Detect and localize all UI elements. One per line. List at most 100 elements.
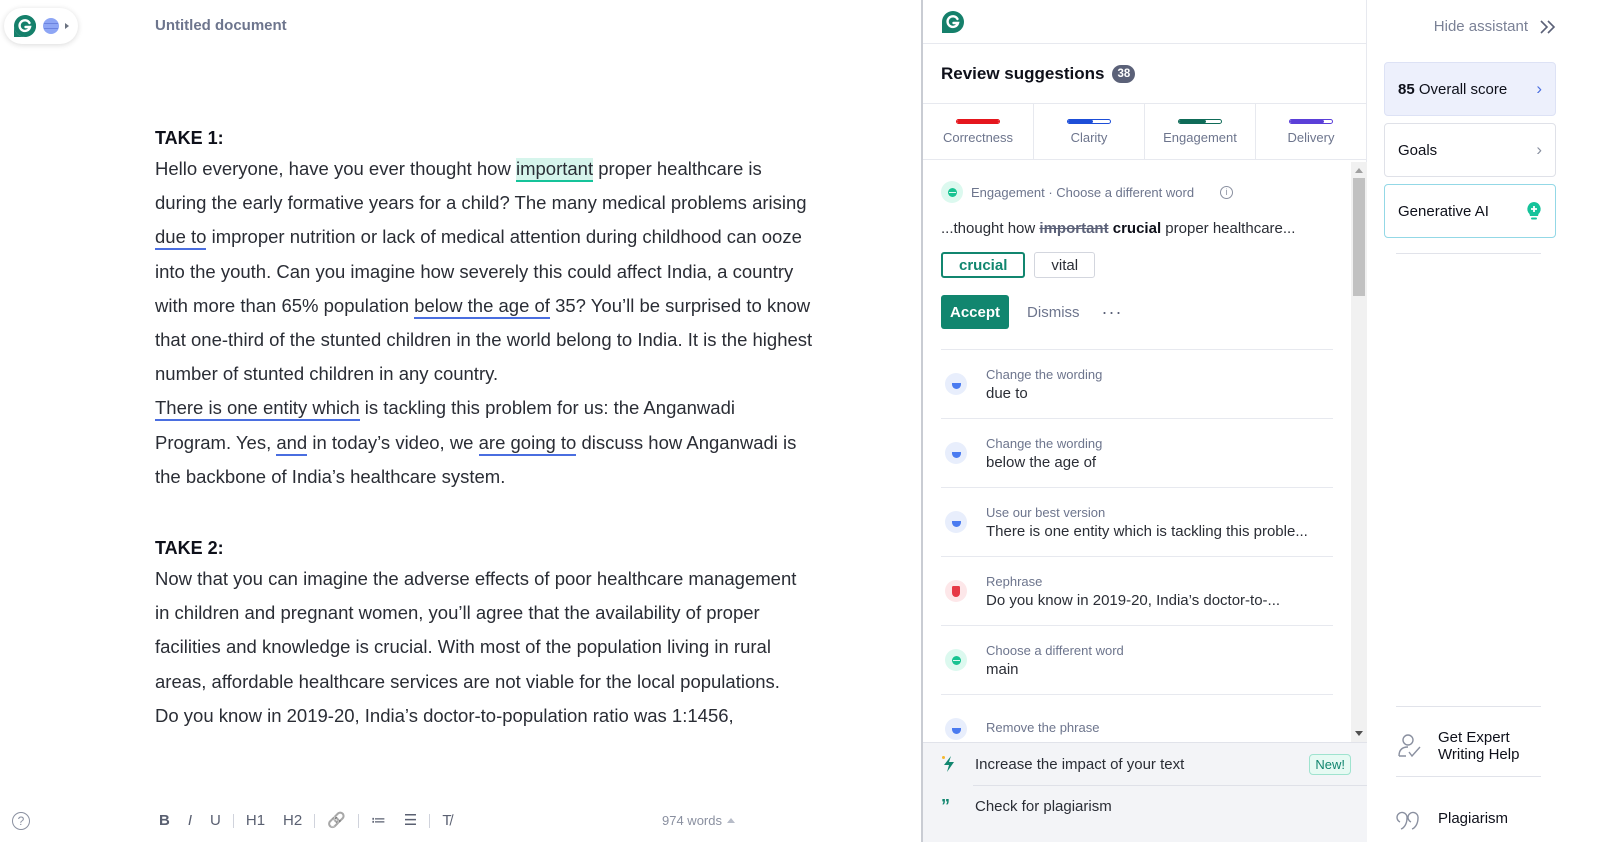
goals-card[interactable]: Goals › bbox=[1384, 123, 1556, 177]
more-options-button[interactable]: ··· bbox=[1102, 303, 1123, 321]
help-icon[interactable]: ? bbox=[12, 812, 30, 830]
expert-writing-help-link[interactable]: Get Expert Writing Help bbox=[1396, 729, 1538, 763]
heading2-button[interactable]: H2 bbox=[274, 812, 311, 830]
globe-icon bbox=[43, 18, 59, 34]
engagement-icon bbox=[941, 181, 963, 203]
clarity-flagged-text[interactable]: are going to bbox=[478, 431, 577, 456]
correctness-icon bbox=[945, 580, 967, 602]
clarity-icon bbox=[945, 373, 967, 395]
scrollbar-thumb[interactable] bbox=[1353, 178, 1365, 296]
plagiarism-link[interactable]: Plagiarism bbox=[1396, 804, 1508, 832]
suggestion-item[interactable]: Choose a different word main bbox=[941, 626, 1333, 695]
clarity-flagged-text[interactable]: and bbox=[276, 431, 308, 456]
clarity-flagged-text[interactable]: below the age of bbox=[414, 294, 550, 319]
tab-delivery[interactable]: Delivery bbox=[1256, 104, 1366, 159]
increase-impact-button[interactable]: Increase the impact of your text New! bbox=[923, 743, 1367, 785]
hide-assistant-button[interactable]: Hide assistant bbox=[1434, 18, 1558, 35]
option-crucial[interactable]: crucial bbox=[941, 252, 1026, 278]
clarity-progress-bar bbox=[1067, 118, 1111, 124]
suggestion-item[interactable]: Change the wording below the age of bbox=[941, 419, 1333, 488]
word-count[interactable]: 974 words bbox=[662, 813, 735, 828]
engagement-progress-bar bbox=[1178, 118, 1222, 124]
rail-divider bbox=[1396, 253, 1541, 254]
heading1-button[interactable]: H1 bbox=[237, 812, 274, 830]
accept-button[interactable]: Accept bbox=[941, 295, 1010, 329]
suggestion-text: There is one entity which is tackling th… bbox=[986, 522, 1308, 540]
document-title[interactable]: Untitled document bbox=[155, 17, 287, 34]
quote-icon: ” bbox=[941, 795, 950, 816]
right-rail: Hide assistant 85 Overall score › Goals … bbox=[1367, 0, 1600, 842]
underline-button[interactable]: U bbox=[201, 812, 230, 830]
clear-format-button[interactable]: T̸ bbox=[433, 812, 460, 830]
new-badge: New! bbox=[1309, 753, 1351, 775]
tab-clarity[interactable]: Clarity bbox=[1034, 104, 1145, 159]
bulleted-list-button[interactable]: ☰ bbox=[395, 812, 426, 830]
suggestion-meta: Engagement · Choose a different word bbox=[971, 184, 1195, 200]
clarity-flagged-text[interactable]: due to bbox=[155, 226, 207, 251]
dismiss-button[interactable]: Dismiss bbox=[1027, 304, 1080, 321]
check-plagiarism-button[interactable]: ” Check for plagiarism bbox=[923, 785, 1367, 827]
engagement-flagged-text[interactable]: important bbox=[515, 158, 594, 182]
suggestion-text: due to bbox=[986, 384, 1028, 402]
suggestion-type: Change the wording bbox=[986, 435, 1103, 451]
toolbar-separator bbox=[314, 814, 316, 828]
collapsed-suggestions: Change the wording due to Change the wordi… bbox=[923, 350, 1351, 742]
double-chevron-right-icon bbox=[1540, 19, 1556, 34]
text-run: Do you know in 2019-20, India’s doctor-t… bbox=[155, 704, 734, 726]
scroll-down-icon[interactable] bbox=[1355, 731, 1363, 736]
text-run: in today’s video, we bbox=[307, 431, 479, 453]
suggestion-type: Use our best version bbox=[986, 504, 1106, 520]
paragraph[interactable]: Hello everyone, have you ever thought ho… bbox=[155, 152, 815, 391]
rail-divider bbox=[1396, 706, 1541, 707]
engagement-icon bbox=[945, 649, 967, 671]
review-suggestions-title: Review suggestions bbox=[941, 63, 1105, 83]
quote-icon bbox=[1396, 811, 1419, 830]
delivery-label: Delivery bbox=[1287, 129, 1335, 145]
progress-fill bbox=[957, 119, 999, 123]
active-suggestion-card[interactable]: Engagement · Choose a different word i .… bbox=[923, 162, 1351, 350]
suggestion-item[interactable]: Use our best version There is one entity … bbox=[941, 488, 1333, 557]
info-icon[interactable]: i bbox=[1220, 185, 1234, 199]
expert-writing-help-label: Get Expert Writing Help bbox=[1438, 729, 1520, 763]
scroll-up-icon[interactable] bbox=[1355, 168, 1363, 173]
paragraph[interactable]: Now that you can imagine the adverse eff… bbox=[155, 562, 815, 699]
toolbar-separator bbox=[232, 814, 234, 828]
tab-engagement[interactable]: Engagement bbox=[1145, 104, 1256, 159]
suggestion-type: Rephrase bbox=[986, 573, 1043, 589]
section-heading: TAKE 1: bbox=[155, 128, 224, 148]
text-run: Now that you can imagine the adverse eff… bbox=[155, 568, 797, 692]
suggestion-count-badge: 38 bbox=[1112, 64, 1136, 83]
toolbar-separator bbox=[429, 814, 431, 828]
suggestion-item[interactable]: Rephrase Do you know in 2019-20, India’s … bbox=[941, 557, 1333, 626]
chevron-right-icon: › bbox=[1536, 79, 1542, 98]
format-buttons: B I U H1 H2 🔗 ≔ ☰ T̸ bbox=[150, 812, 461, 830]
generative-ai-card[interactable]: Generative AI bbox=[1384, 184, 1556, 238]
bold-button[interactable]: B bbox=[150, 812, 179, 830]
document-body[interactable]: TAKE 1: Hello everyone, have you ever tho… bbox=[155, 124, 815, 733]
clarity-icon bbox=[945, 511, 967, 533]
suggestion-type: Remove the phrase bbox=[986, 720, 1100, 735]
expert-person-icon bbox=[1398, 734, 1421, 758]
tab-correctness[interactable]: Correctness bbox=[923, 104, 1034, 159]
suggestions-list: Engagement · Choose a different word i .… bbox=[923, 162, 1351, 742]
grammarly-widget[interactable] bbox=[4, 8, 78, 44]
suggestion-item[interactable]: Remove the phrase bbox=[941, 695, 1333, 742]
numbered-list-button[interactable]: ≔ bbox=[362, 812, 395, 830]
clarity-flagged-text[interactable]: There is one entity which bbox=[155, 397, 360, 422]
option-vital[interactable]: vital bbox=[1034, 252, 1096, 278]
generative-ai-label: Generative AI bbox=[1398, 202, 1489, 220]
link-button[interactable]: 🔗 bbox=[318, 812, 355, 830]
clarity-icon bbox=[945, 442, 967, 464]
hide-assistant-label: Hide assistant bbox=[1433, 18, 1528, 35]
lightbulb-icon bbox=[1527, 202, 1541, 220]
paragraph[interactable]: There is one entity which is tackling th… bbox=[155, 391, 815, 494]
correctness-progress-bar bbox=[956, 118, 1000, 124]
paragraph[interactable]: Do you know in 2019-20, India’s doctor-t… bbox=[155, 699, 815, 733]
grammarly-logo-icon bbox=[14, 15, 36, 37]
suggestion-item[interactable]: Change the wording due to bbox=[941, 350, 1333, 419]
italic-button[interactable]: I bbox=[179, 812, 201, 830]
suggestions-scrollbar[interactable] bbox=[1351, 162, 1367, 742]
clarity-icon bbox=[945, 718, 967, 740]
preview-replacement-word: crucial bbox=[1112, 220, 1162, 237]
overall-score-card[interactable]: 85 Overall score › bbox=[1384, 62, 1556, 116]
